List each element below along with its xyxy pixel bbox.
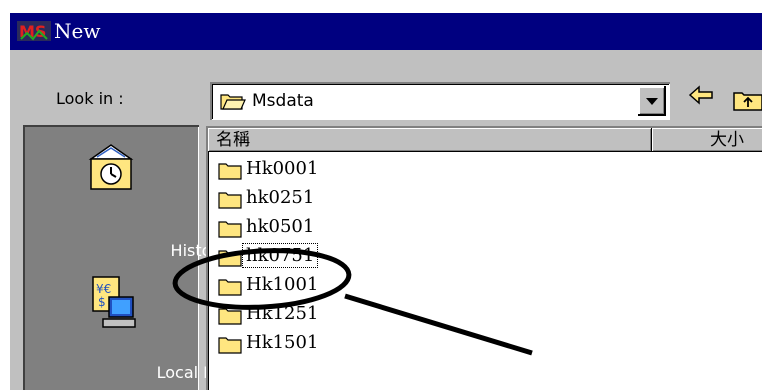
highlight-circle	[172, 248, 352, 310]
pointer-line	[344, 293, 533, 356]
annotation-overlay	[172, 248, 533, 356]
